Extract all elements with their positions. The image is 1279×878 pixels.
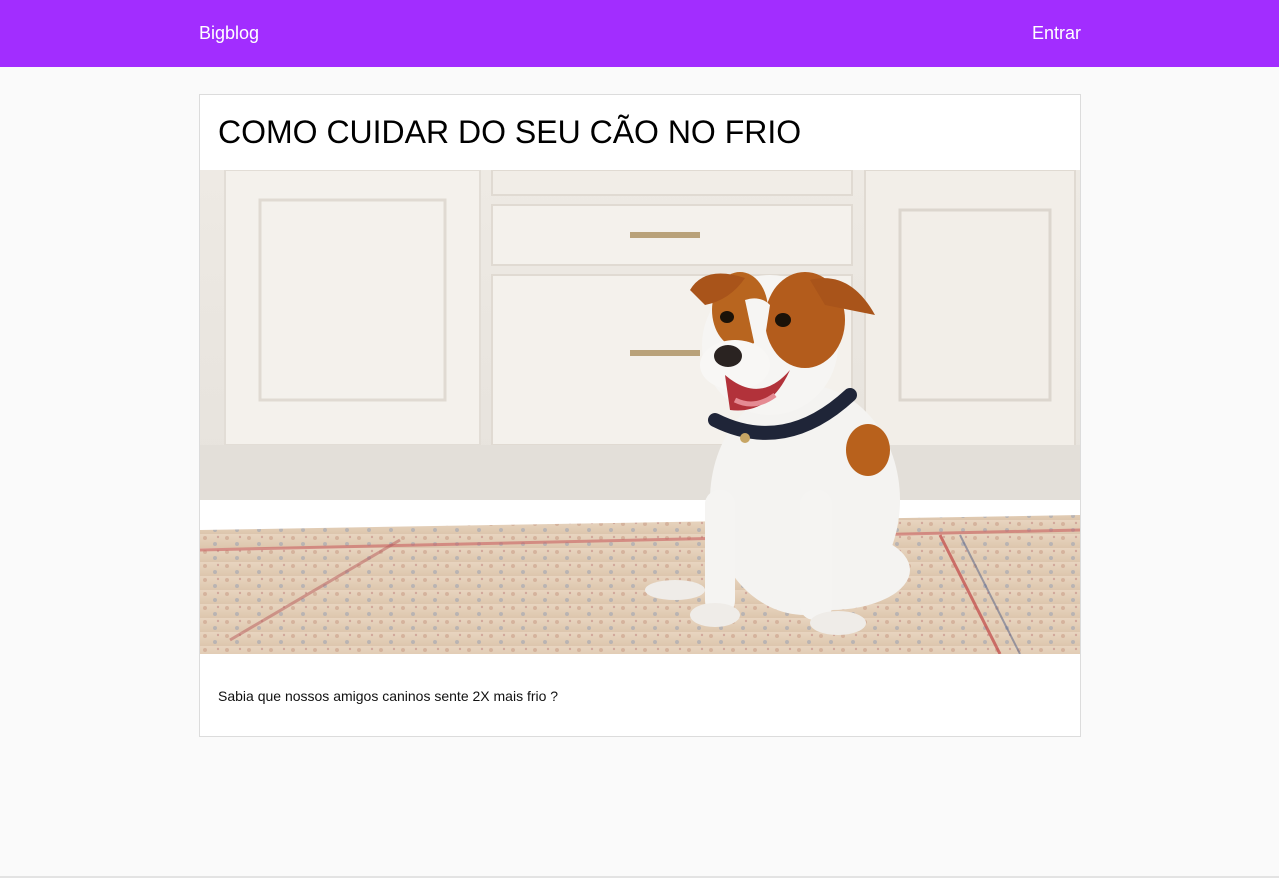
post-excerpt: Sabia que nossos amigos caninos sente 2X… bbox=[218, 688, 559, 704]
post-card: COMO CUIDAR DO SEU CÃO NO FRIO Sabia que… bbox=[199, 94, 1081, 737]
login-link[interactable]: Entrar bbox=[1032, 23, 1081, 44]
brand-link[interactable]: Bigblog bbox=[199, 23, 259, 44]
navbar-container: Bigblog Entrar bbox=[199, 0, 1081, 67]
top-navbar: Bigblog Entrar bbox=[0, 0, 1279, 67]
post-image bbox=[200, 170, 1080, 654]
post-title: COMO CUIDAR DO SEU CÃO NO FRIO bbox=[218, 114, 802, 150]
